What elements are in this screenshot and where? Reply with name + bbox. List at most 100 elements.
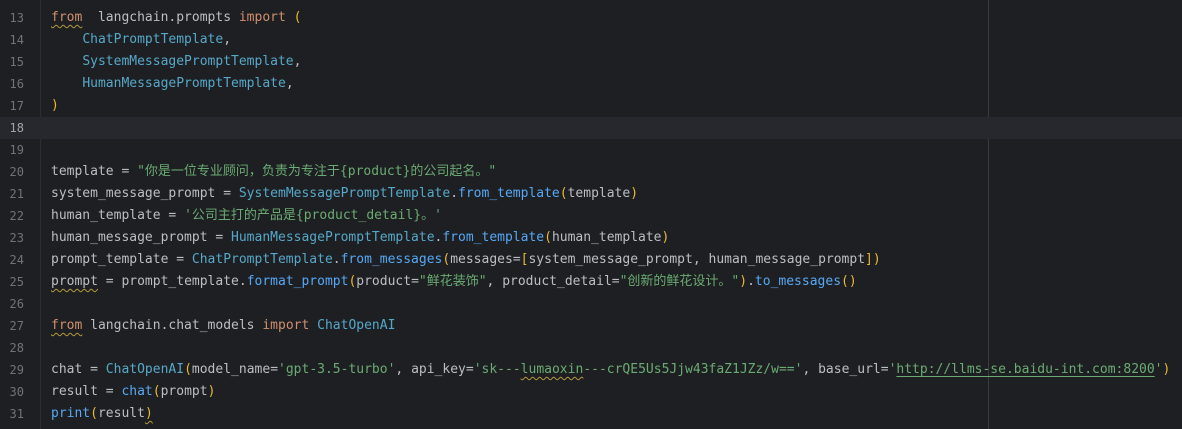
line-number: 14 — [9, 33, 24, 47]
code-text[interactable]: prompt_template = ChatPromptTemplate.fro… — [51, 249, 881, 271]
code-line[interactable]: 23 human_message_prompt = HumanMessagePro… — [0, 227, 1182, 249]
code-token: prompt_template — [51, 252, 169, 267]
code-text[interactable]: system_message_prompt = SystemMessagePro… — [51, 183, 638, 205]
code-line[interactable]: 22 human_template = '公司主打的产品是{product_det… — [0, 205, 1182, 227]
code-line[interactable]: 31 print(result) — [0, 403, 1182, 425]
code-token: template — [567, 186, 631, 201]
code-token: template — [51, 164, 114, 179]
code-token: = — [270, 362, 279, 377]
code-token: format_prompt — [246, 274, 349, 289]
line-number: 17 — [9, 99, 24, 113]
code-token: ) — [144, 406, 153, 421]
code-text[interactable]: chat = ChatOpenAI(model_name='gpt-3.5-tu… — [51, 359, 1170, 381]
code-token: . — [450, 186, 459, 201]
code-token: SystemMessagePromptTemplate — [238, 186, 451, 201]
code-line[interactable]: 14 ChatPromptTemplate, — [0, 29, 1182, 51]
code-token: ) — [1162, 362, 1171, 377]
code-token: '公司主打的产品是{product_detail}。' — [184, 208, 442, 223]
code-line[interactable]: 20 template = "你是一位专业顾问，负责为专注于{product}的公… — [0, 161, 1182, 183]
code-token: prompt — [51, 274, 98, 289]
code-token: base_url — [818, 362, 881, 377]
code-token: http://llms-se.baidu-int.com:8200 — [896, 362, 1155, 377]
code-token: from_template — [442, 230, 545, 245]
code-token: ) — [661, 230, 670, 245]
code-token: "创新的鲜花设计。" — [619, 274, 740, 289]
code-text[interactable]: template = "你是一位专业顾问，负责为专注于{product}的公司起… — [51, 161, 496, 183]
code-token: ) — [630, 186, 639, 201]
code-token: model_name — [191, 362, 271, 377]
code-token: ChatPromptTemplate — [82, 32, 224, 47]
code-token: ) — [739, 274, 748, 289]
code-text[interactable]: result = chat(prompt) — [51, 381, 215, 403]
code-token: , — [395, 362, 412, 377]
code-token: lumaoxin — [520, 362, 584, 377]
code-token: ---crQE5Us5Jjw43faZ1JZz/w==' — [583, 362, 803, 377]
code-token: api_key — [411, 362, 466, 377]
code-line[interactable]: 28 — [0, 337, 1182, 359]
code-text[interactable]: HumanMessagePromptTemplate, — [51, 73, 293, 95]
code-line[interactable]: 25 prompt = prompt_template.format_prompt… — [0, 271, 1182, 293]
code-line[interactable]: 21 system_message_prompt = SystemMessageP… — [0, 183, 1182, 205]
line-number: 15 — [9, 55, 24, 69]
line-number: 21 — [9, 187, 24, 201]
code-token: = — [160, 208, 185, 223]
line-number: 22 — [9, 209, 24, 223]
code-line[interactable]: 29 chat = ChatOpenAI(model_name='gpt-3.5-… — [0, 359, 1182, 381]
code-token: = — [82, 362, 106, 377]
code-token: ) — [872, 252, 881, 267]
code-token: "鲜花装饰" — [418, 274, 487, 289]
code-token: prompt_template — [121, 274, 239, 289]
code-text[interactable]: prompt = prompt_template.format_prompt(p… — [51, 271, 857, 293]
code-token: from_messages — [340, 252, 443, 267]
code-token: HumanMessagePromptTemplate — [82, 76, 286, 91]
line-number: 24 — [9, 253, 24, 267]
code-line[interactable]: 18 — [0, 117, 1182, 139]
code-token: ( — [559, 186, 568, 201]
code-token: = — [168, 252, 192, 267]
code-token: import — [238, 10, 286, 25]
code-token: . — [332, 252, 341, 267]
code-token: = — [207, 230, 232, 245]
code-token: ' — [1154, 362, 1163, 377]
code-line[interactable]: 26 — [0, 293, 1182, 315]
code-token: result — [51, 384, 98, 399]
code-text[interactable]: ) — [51, 95, 59, 117]
code-token: product — [356, 274, 412, 289]
code-token: messages — [450, 252, 513, 267]
code-line[interactable]: 13 from langchain.prompts import ( — [0, 7, 1182, 29]
code-token: chat — [121, 384, 153, 399]
code-token: = — [113, 164, 138, 179]
code-token: system_message_prompt — [51, 186, 216, 201]
code-line[interactable]: 15 SystemMessagePromptTemplate, — [0, 51, 1182, 73]
code-text[interactable]: print(result) — [51, 403, 153, 425]
code-token: langchain.chat_models — [90, 318, 255, 333]
code-editor[interactable]: 13 from langchain.prompts import (14 Chat… — [0, 0, 1182, 429]
code-text[interactable]: human_template = '公司主打的产品是{product_detai… — [51, 205, 442, 227]
code-token: system_message_prompt — [528, 252, 693, 267]
code-token: ( — [544, 230, 552, 245]
code-token: human_template — [551, 230, 662, 245]
code-line[interactable]: 27 from langchain.chat_models import Chat… — [0, 315, 1182, 337]
code-token: import — [262, 318, 310, 333]
code-line[interactable]: 19 — [0, 139, 1182, 161]
code-line[interactable]: 16 HumanMessagePromptTemplate, — [0, 73, 1182, 95]
code-text[interactable]: ChatPromptTemplate, — [51, 29, 231, 51]
code-token: = — [411, 274, 419, 289]
code-token: from — [51, 10, 83, 25]
code-token: prompt — [160, 384, 208, 399]
code-token: human_template — [51, 208, 161, 223]
code-line[interactable]: 17) — [0, 95, 1182, 117]
code-token: ) — [207, 384, 216, 399]
code-text[interactable]: from langchain.chat_models import ChatOp… — [51, 315, 395, 337]
line-number: 25 — [9, 275, 24, 289]
code-text[interactable]: SystemMessagePromptTemplate, — [51, 51, 301, 73]
code-text[interactable]: human_message_prompt = HumanMessagePromp… — [51, 227, 669, 249]
code-line[interactable]: 30 result = chat(prompt) — [0, 381, 1182, 403]
code-line[interactable]: 24 prompt_template = ChatPromptTemplate.f… — [0, 249, 1182, 271]
code-token: 'sk--- — [473, 362, 521, 377]
code-token: SystemMessagePromptTemplate — [82, 54, 294, 69]
code-text[interactable]: from langchain.prompts import ( — [51, 7, 301, 29]
